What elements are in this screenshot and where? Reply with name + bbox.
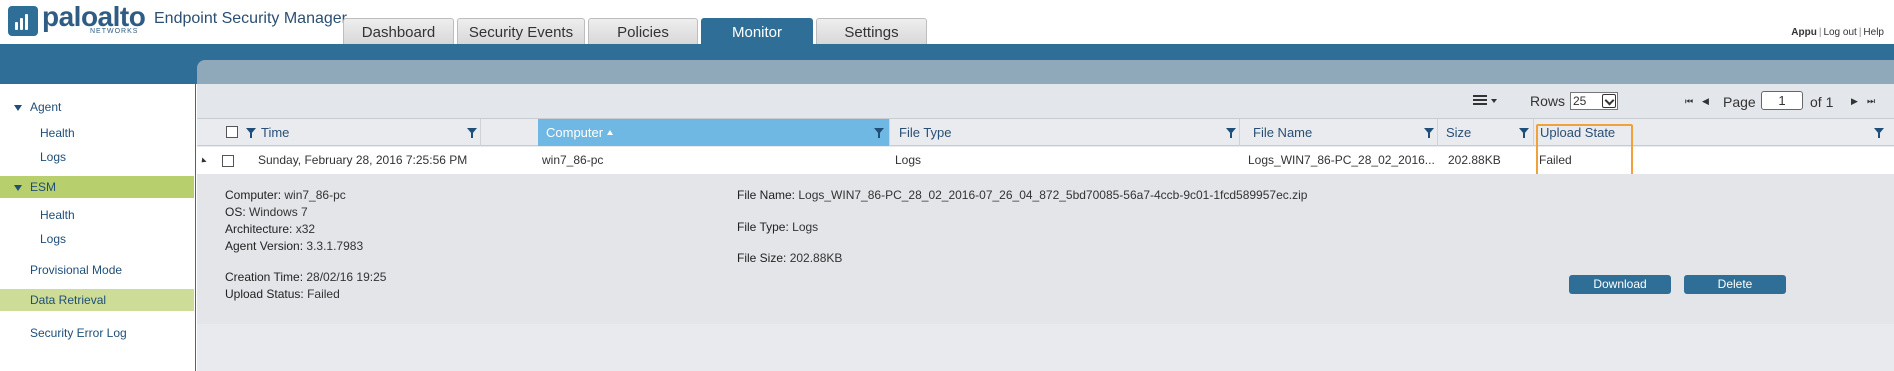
column-header-computer[interactable]: Computer — [538, 119, 890, 146]
tab-monitor[interactable]: Monitor — [701, 18, 813, 44]
column-label: Time — [261, 125, 290, 140]
rows-label: Rows — [1530, 93, 1566, 109]
filter-icon[interactable] — [1424, 128, 1434, 138]
grid-toolbar: Rows 25 ⏮ ◀ Page 1 of 1 ▶ ⏭ — [197, 84, 1894, 118]
previous-page-icon[interactable]: ◀ — [1702, 96, 1709, 107]
page-label: Page — [1723, 94, 1756, 110]
sidebar-item-esm-logs[interactable]: Logs — [0, 228, 194, 250]
filter-icon[interactable] — [467, 128, 477, 138]
select-all-checkbox[interactable] — [226, 126, 238, 138]
sidebar-item-esm[interactable]: ESM — [0, 176, 194, 198]
sidebar-item-label: ESM — [30, 180, 57, 194]
user-links: Appu | Log out | Help — [1791, 27, 1884, 38]
collapse-row-icon[interactable] — [199, 157, 207, 165]
brand-subtitle: NETWORKS — [90, 28, 139, 35]
column-header-file-name[interactable]: File Name — [1240, 119, 1438, 146]
detail-file-name: File Name: Logs_WIN7_86-PC_28_02_2016-07… — [737, 188, 1308, 202]
expand-triangle-icon — [14, 104, 22, 111]
panel-header — [197, 60, 1894, 84]
delete-button[interactable]: Delete — [1684, 275, 1786, 294]
last-page-icon[interactable]: ⏭ — [1867, 96, 1875, 107]
sidebar-item-agent-health[interactable]: Health — [0, 122, 194, 144]
table-row[interactable]: Sunday, February 28, 2016 7:25:56 PM win… — [197, 147, 1894, 174]
filter-icon[interactable] — [1226, 128, 1236, 138]
sidebar: Agent Health Logs ESM Health Logs Provis… — [0, 84, 196, 371]
filter-icon[interactable] — [874, 128, 884, 138]
column-header-size[interactable]: Size — [1438, 119, 1534, 146]
page-number-input[interactable]: 1 — [1761, 91, 1803, 110]
sidebar-item-agent-logs[interactable]: Logs — [0, 146, 194, 168]
cell-time: Sunday, February 28, 2016 7:25:56 PM — [258, 153, 468, 167]
upload-state-highlight-box — [1536, 124, 1633, 180]
detail-upload-status: Upload Status: Failed — [225, 287, 340, 301]
sidebar-item-agent[interactable]: Agent — [0, 96, 194, 118]
sidebar-item-provisional-mode[interactable]: Provisional Mode — [0, 259, 194, 281]
logout-link[interactable]: Log out — [1823, 27, 1856, 38]
chevron-down-icon — [1602, 94, 1616, 108]
column-label: Size — [1446, 125, 1472, 140]
table-header: Time Computer File Type File Name Size U… — [197, 118, 1894, 146]
rows-per-page-select[interactable]: 25 — [1570, 92, 1618, 110]
sidebar-item-data-retrieval[interactable]: Data Retrieval — [0, 289, 194, 311]
tab-dashboard[interactable]: Dashboard — [343, 18, 454, 44]
detail-agent-version: Agent Version: 3.3.1.7983 — [225, 239, 364, 253]
help-link[interactable]: Help — [1863, 27, 1884, 38]
sort-ascending-icon — [607, 130, 614, 135]
detail-file-type: File Type: Logs — [737, 220, 819, 234]
column-label: File Type — [899, 125, 952, 140]
main-tabs: Dashboard Security Events Policies Monit… — [343, 18, 930, 44]
paloalto-logo-icon — [8, 6, 38, 36]
sidebar-item-esm-health[interactable]: Health — [0, 204, 194, 226]
tab-policies[interactable]: Policies — [588, 18, 698, 44]
column-menu-icon[interactable] — [1473, 95, 1499, 107]
cell-computer: win7_86-pc — [542, 153, 604, 167]
page-count: of 1 — [1810, 94, 1834, 110]
detail-os: OS: Windows 7 — [225, 205, 308, 219]
filter-icon[interactable] — [1874, 128, 1884, 138]
detail-computer: Computer: win7_86-pc — [225, 188, 346, 202]
cell-file-name: Logs_WIN7_86-PC_28_02_2016... — [1248, 153, 1435, 167]
first-page-icon[interactable]: ⏮ — [1685, 96, 1693, 107]
app-title: Endpoint Security Manager — [154, 10, 347, 27]
sidebar-item-label: Agent — [30, 100, 62, 114]
user-name[interactable]: Appu — [1791, 27, 1817, 38]
filter-icon[interactable] — [1519, 128, 1529, 138]
expand-triangle-icon — [14, 184, 22, 191]
cell-size: 202.88KB — [1448, 153, 1501, 167]
download-button[interactable]: Download — [1569, 275, 1671, 294]
tab-settings[interactable]: Settings — [816, 18, 927, 44]
column-label: Computer — [546, 125, 604, 140]
column-header-file-type[interactable]: File Type — [890, 119, 1240, 146]
next-page-icon[interactable]: ▶ — [1851, 96, 1858, 107]
detail-file-size: File Size: 202.88KB — [737, 251, 843, 265]
main-panel: Rows 25 ⏮ ◀ Page 1 of 1 ▶ ⏭ Time Compute… — [197, 84, 1894, 371]
tab-security-events[interactable]: Security Events — [457, 18, 585, 44]
row-checkbox[interactable] — [222, 155, 234, 167]
filter-icon[interactable] — [246, 128, 256, 138]
rows-per-page-value: 25 — [1573, 94, 1587, 108]
detail-architecture: Architecture: x32 — [225, 222, 316, 236]
detail-creation-time: Creation Time: 28/02/16 19:25 — [225, 270, 387, 284]
sidebar-item-security-error-log[interactable]: Security Error Log — [0, 322, 194, 344]
row-details-panel: Computer: win7_86-pc OS: Windows 7 Archi… — [197, 174, 1894, 324]
column-label: File Name — [1253, 125, 1313, 140]
cell-file-type: Logs — [895, 153, 922, 167]
top-bar: paloalto NETWORKS Endpoint Security Mana… — [0, 0, 1894, 44]
column-header-time[interactable]: Time — [259, 119, 481, 146]
